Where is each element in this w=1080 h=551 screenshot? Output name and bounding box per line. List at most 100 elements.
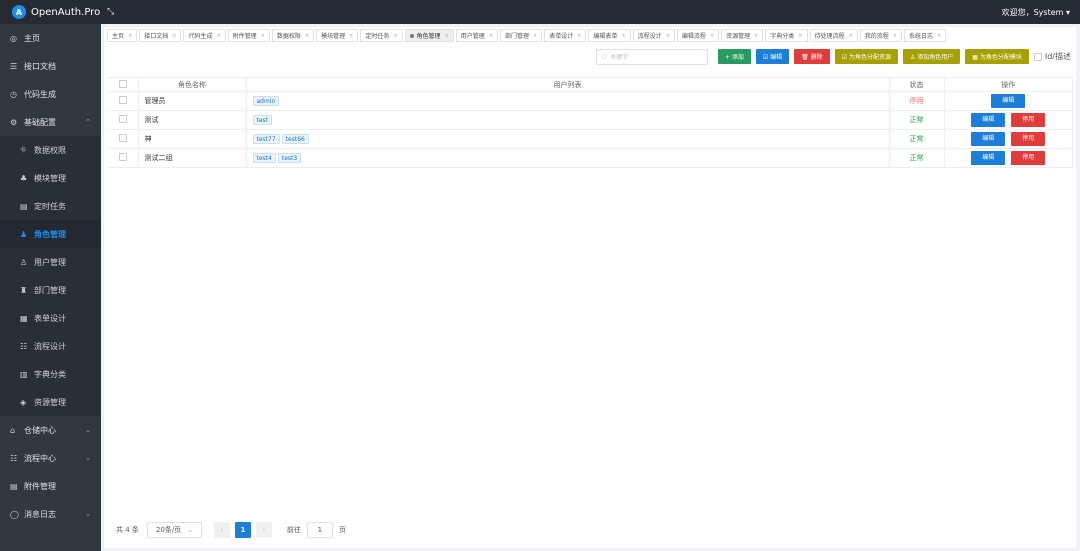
tab-0[interactable]: 主页 × [107, 29, 138, 42]
sidebar-item-warehouse[interactable]: ⌂ 仓储中心 ⌄ [0, 416, 101, 444]
row-checkbox[interactable] [118, 134, 127, 142]
table-row[interactable]: 管理员 admin 停用 编辑 [108, 91, 1073, 111]
table-row[interactable]: 测试 test 正常 编辑 停用 [108, 110, 1073, 130]
page-size-select[interactable]: 20条/页 ⌄ [146, 522, 202, 538]
row-edit-button[interactable]: 编辑 [971, 113, 1006, 127]
column-header-role-name: 角色名称 [138, 77, 247, 92]
close-icon[interactable]: × [798, 33, 802, 39]
close-icon[interactable]: × [349, 33, 353, 39]
next-page-button[interactable]: › [255, 522, 272, 538]
tab-1[interactable]: 接口文档 × [139, 29, 182, 42]
select-all-checkbox[interactable] [118, 79, 127, 88]
tab-6[interactable]: 定时任务 × [360, 29, 403, 42]
status-badge: 正常 [889, 129, 945, 149]
row-disable-button[interactable]: 停用 [1011, 113, 1046, 127]
add-role-user-button[interactable]: ♙ 添加角色用户 [902, 49, 961, 64]
close-icon[interactable]: × [754, 33, 758, 39]
sidebar-item-module[interactable]: ♣ 模块管理 [0, 164, 101, 192]
user-menu[interactable]: 欢迎您，System ▾ [1002, 7, 1070, 18]
assign-resource-button[interactable]: ☑ 为角色分配资源 [834, 49, 898, 64]
table-row[interactable]: 测试二组 test4 test3 正常 编辑 停用 [108, 148, 1073, 168]
close-icon[interactable]: × [216, 33, 220, 39]
tab-12[interactable]: 流程设计 × [632, 29, 675, 42]
attachment-icon: ▤ [10, 481, 18, 491]
tab-7[interactable]: 角色管理 × [404, 29, 454, 42]
close-icon[interactable]: × [849, 33, 853, 39]
close-icon[interactable]: × [937, 33, 941, 39]
sidebar-item-resource[interactable]: ◈ 资源管理 [0, 388, 101, 416]
sidebar-item-scheduled-task[interactable]: ▤ 定时任务 [0, 192, 101, 220]
close-icon[interactable]: × [577, 33, 581, 39]
tab-8[interactable]: 用户管理 × [455, 29, 498, 42]
delete-button[interactable]: 🗑 删除 [794, 49, 830, 64]
row-checkbox[interactable] [118, 153, 127, 161]
chevron-down-icon: ⌄ [85, 510, 91, 518]
add-button[interactable]: + 添加 [717, 49, 751, 64]
search-input[interactable]: ○ 关键字 [595, 48, 708, 65]
close-icon[interactable]: × [445, 33, 449, 39]
tab-17[interactable]: 我的流程 × [859, 29, 902, 42]
app-logo[interactable]: A OpenAuth.Pro [0, 5, 101, 19]
role-icon: ♟ [20, 229, 28, 239]
close-icon[interactable]: × [621, 33, 625, 39]
tab-18[interactable]: 系统日志 × [903, 29, 947, 42]
close-icon[interactable]: × [172, 33, 176, 39]
prev-page-button[interactable]: ‹ [213, 522, 230, 538]
close-icon[interactable]: × [489, 33, 493, 39]
close-icon[interactable]: × [261, 33, 265, 39]
tab-4[interactable]: 数据权限 × [271, 29, 315, 42]
sidebar-item-data-permission[interactable]: ⛗ 数据权限 [0, 136, 101, 164]
sidebar-item-dictionary[interactable]: ▥ 字典分类 [0, 360, 101, 388]
tab-10[interactable]: 表单设计 × [544, 29, 587, 42]
assign-module-button[interactable]: ▦ 为角色分配模块 [965, 49, 1029, 64]
sidebar-item-role[interactable]: ♟ 角色管理 [0, 220, 101, 248]
tab-5[interactable]: 模块管理 × [316, 29, 359, 42]
sidebar-item-flow-center[interactable]: ☷ 流程中心 ⌄ [0, 444, 101, 472]
sidebar-item-api-docs[interactable]: ☰ 接口文档 [0, 52, 101, 80]
sidebar-item-home[interactable]: ◎ 主页 [0, 24, 101, 52]
row-edit-button[interactable]: 编辑 [971, 151, 1006, 165]
goto-page-input[interactable]: 1 [306, 522, 333, 538]
actions-cell: 编辑 [944, 91, 1073, 111]
close-icon[interactable]: × [893, 33, 897, 39]
status-badge: 停用 [889, 91, 945, 111]
row-disable-button[interactable]: 停用 [1011, 151, 1046, 165]
page-button-current[interactable]: 1 [234, 522, 251, 538]
sidebar-item-label: 字典分类 [34, 369, 66, 379]
checkbox[interactable] [1033, 52, 1042, 61]
sidebar-item-basic-config[interactable]: ⚙ 基础配置 ⌃ [0, 108, 101, 136]
tab-13[interactable]: 编辑流程 × [676, 29, 720, 42]
tab-11[interactable]: 编辑表单 × [588, 29, 631, 42]
row-edit-button[interactable]: 编辑 [991, 94, 1026, 108]
tab-9[interactable]: 部门管理 × [499, 29, 543, 42]
sidebar-item-form-design[interactable]: ▦ 表单设计 [0, 304, 101, 332]
close-icon[interactable]: × [305, 33, 309, 39]
tab-16[interactable]: 待处理流程 × [809, 29, 858, 42]
row-checkbox[interactable] [118, 115, 127, 123]
sidebar-item-flow-design[interactable]: ☷ 流程设计 [0, 332, 101, 360]
goto-label: 前往 [286, 526, 301, 534]
table-row[interactable]: 神 test77 test66 正常 编辑 停用 [108, 129, 1073, 149]
sidebar-item-codegen[interactable]: ◷ 代码生成 [0, 80, 101, 108]
collapse-icon[interactable]: ⤡ [107, 7, 114, 17]
close-icon[interactable]: × [710, 33, 714, 39]
close-icon[interactable]: × [666, 33, 670, 39]
row-disable-button[interactable]: 停用 [1011, 132, 1046, 146]
row-checkbox[interactable] [118, 96, 127, 104]
row-edit-button[interactable]: 编辑 [971, 132, 1006, 146]
tab-15[interactable]: 字典分类 × [765, 29, 808, 42]
main-panel: ○ 关键字 + 添加 ☑ 编辑 🗑 删除 ☑ 为角色分配资源 ♙ 添加角色用户 ▦… [104, 44, 1076, 548]
tab-label: 代码生成 [188, 33, 213, 40]
sidebar-item-department[interactable]: ♜ 部门管理 [0, 276, 101, 304]
close-icon[interactable]: × [393, 33, 397, 39]
tab-3[interactable]: 附件管理 × [227, 29, 270, 42]
edit-button[interactable]: ☑ 编辑 [755, 49, 790, 64]
tab-14[interactable]: 资源管理 × [721, 29, 764, 42]
id-desc-toggle[interactable]: Id/描述 [1033, 51, 1071, 62]
sidebar-item-message-log[interactable]: ◯ 消息日志 ⌄ [0, 500, 101, 528]
sidebar-item-attachments[interactable]: ▤ 附件管理 [0, 472, 101, 500]
sidebar-item-user[interactable]: ♙ 用户管理 [0, 248, 101, 276]
close-icon[interactable]: × [128, 33, 132, 39]
tab-2[interactable]: 代码生成 × [183, 29, 226, 42]
close-icon[interactable]: × [533, 33, 537, 39]
